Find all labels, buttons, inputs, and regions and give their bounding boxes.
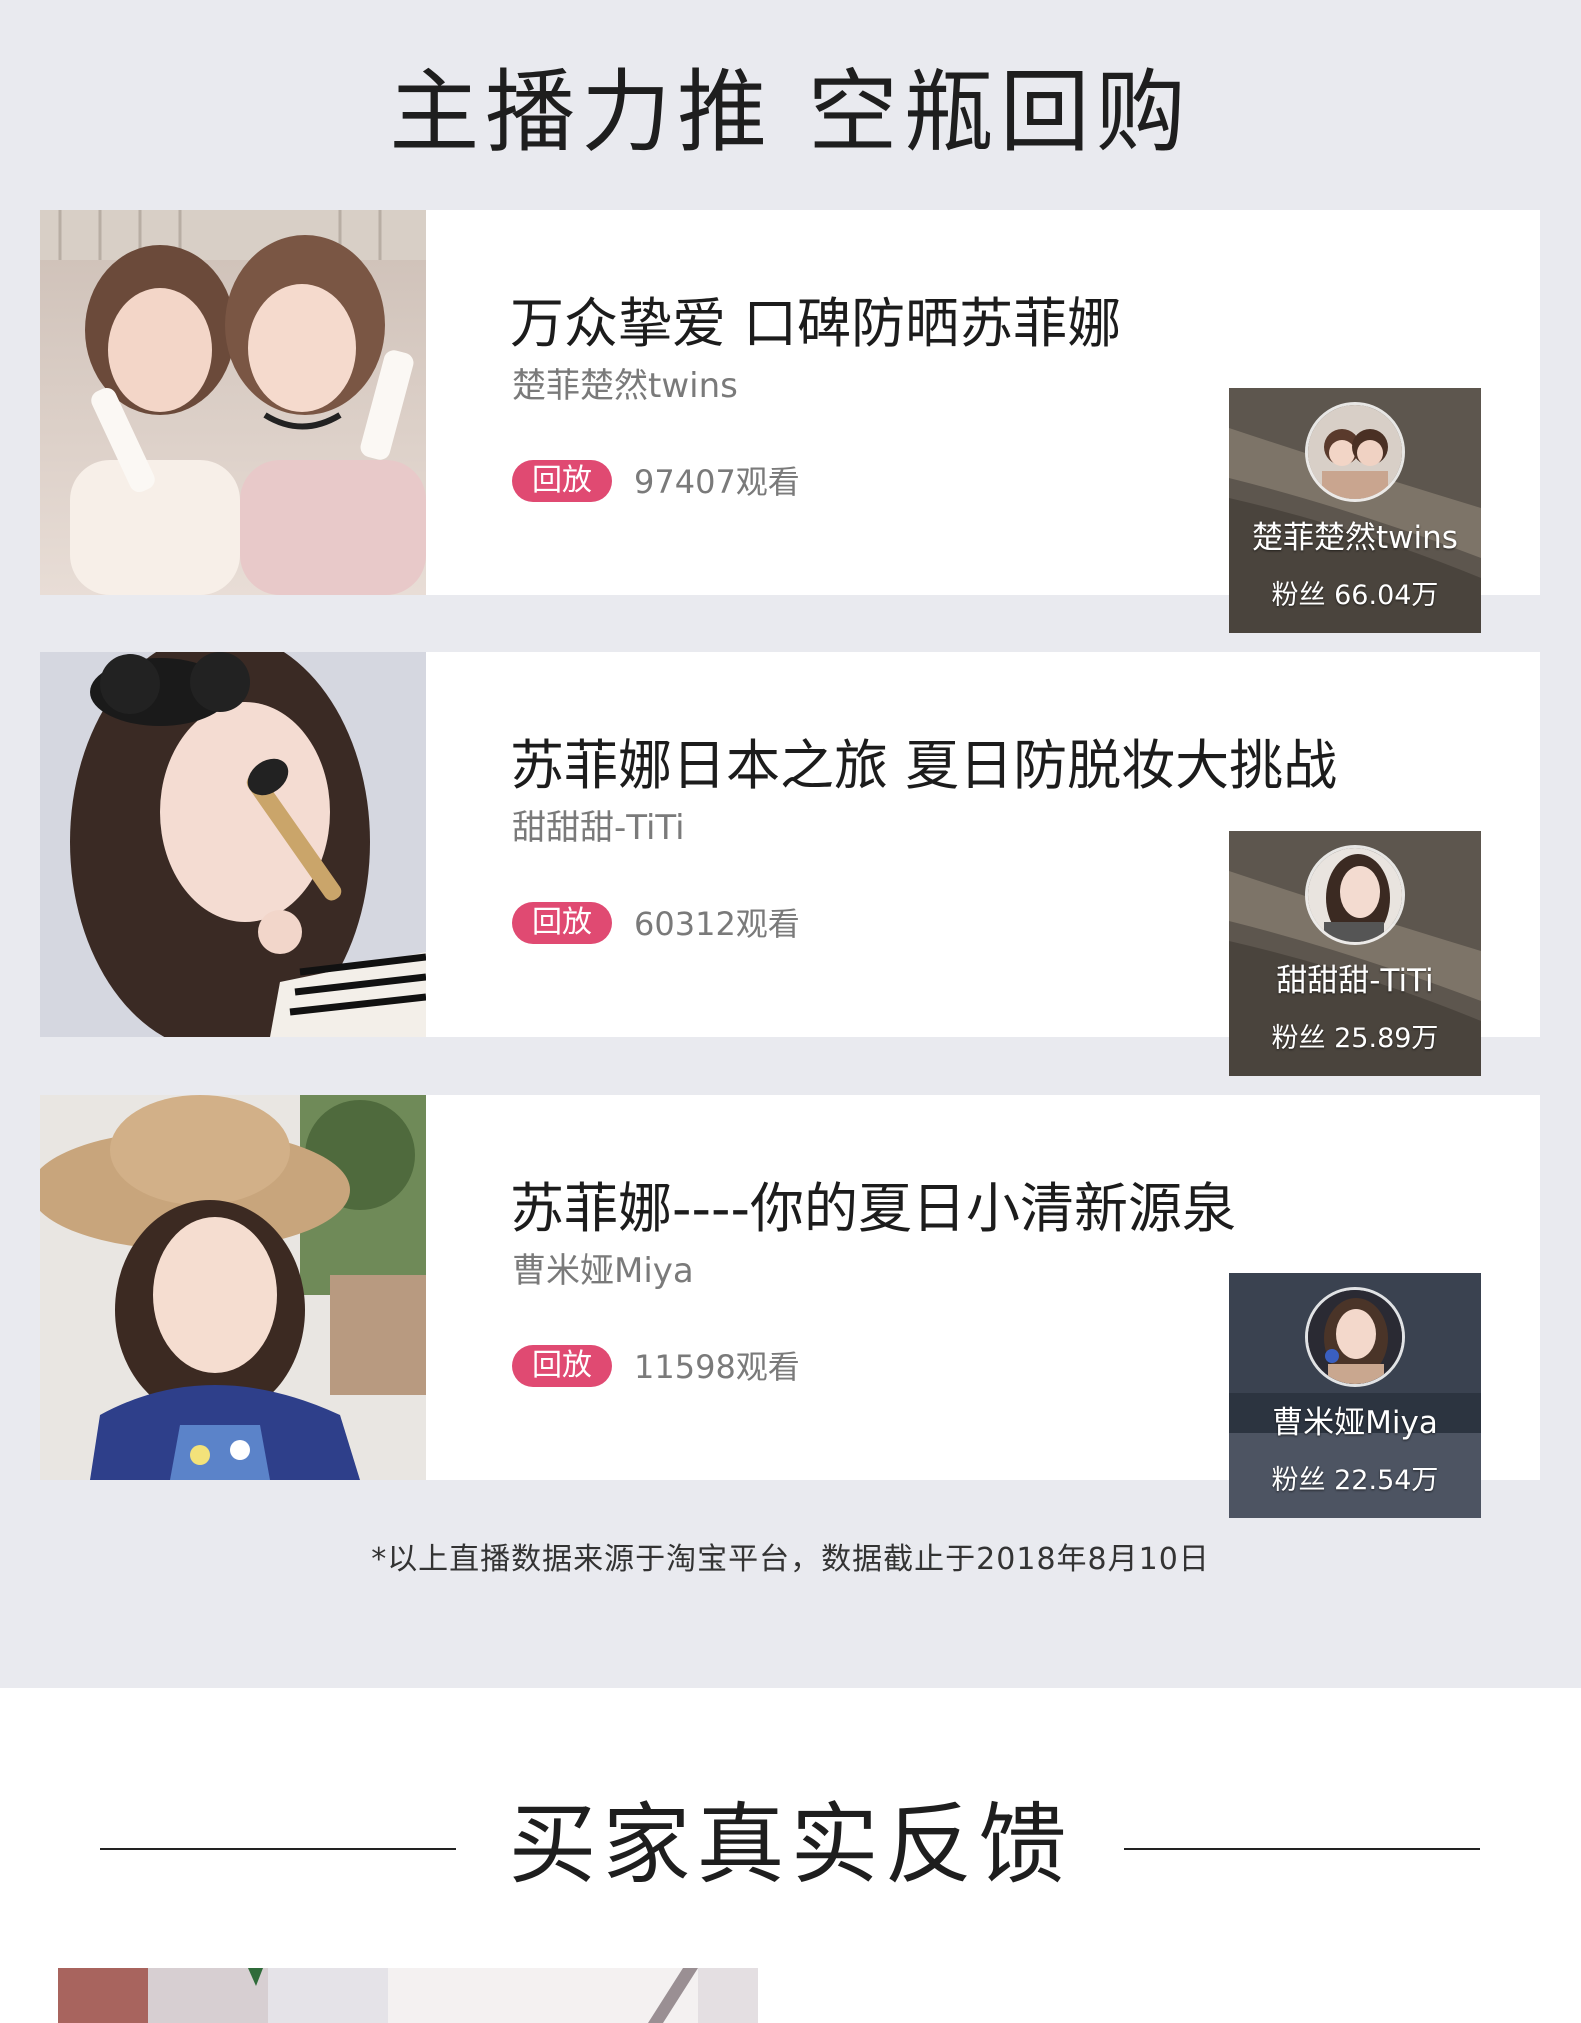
view-count: 97407观看 (634, 463, 800, 501)
anchor-name: 楚菲楚然twins (1252, 520, 1458, 556)
view-count: 11598观看 (634, 1348, 800, 1386)
live-cover-photo[interactable] (40, 210, 426, 595)
feedback-section-title: 买家真实反馈 (508, 1793, 1073, 1896)
view-count: 60312观看 (634, 905, 800, 943)
anchor-fans: 粉丝 25.89万 (1271, 1023, 1439, 1054)
live-cover-photo[interactable] (40, 652, 426, 1037)
live-title[interactable]: 苏菲娜----你的夏日小清新源泉 (510, 1177, 1236, 1241)
anchor-name: 甜甜甜-TiTi (1276, 963, 1434, 999)
anchor-profile[interactable]: 甜甜甜-TiTi 粉丝 25.89万 (1229, 831, 1481, 1076)
anchor-profile[interactable]: 曹米娅Miya 粉丝 22.54万 (1229, 1273, 1481, 1518)
anchor-fans: 粉丝 66.04万 (1271, 580, 1439, 611)
anchor-name: 曹米娅Miya (1272, 1405, 1438, 1441)
anchor-avatar[interactable] (1305, 1287, 1405, 1387)
replay-button[interactable]: 回放 (512, 1345, 612, 1387)
replay-button[interactable]: 回放 (512, 902, 612, 944)
live-author: 甜甜甜-TiTi (512, 808, 685, 848)
title-divider-right (1124, 1848, 1480, 1850)
live-author: 曹米娅Miya (512, 1251, 694, 1291)
anchor-avatar[interactable] (1305, 845, 1405, 945)
live-cover-photo[interactable] (40, 1095, 426, 1480)
anchor-fans: 粉丝 22.54万 (1271, 1465, 1439, 1496)
replay-button[interactable]: 回放 (512, 460, 612, 502)
anchor-profile[interactable]: 楚菲楚然twins 粉丝 66.04万 (1229, 388, 1481, 633)
anchor-avatar[interactable] (1305, 402, 1405, 502)
live-title[interactable]: 苏菲娜日本之旅 夏日防脱妆大挑战 (510, 734, 1337, 798)
live-title[interactable]: 万众挚爱 口碑防晒苏菲娜 (510, 292, 1121, 356)
feedback-photo-strip (58, 1968, 758, 2023)
section-title: 主播力推 空瓶回购 (389, 60, 1192, 165)
data-source-footnote: *以上直播数据来源于淘宝平台，数据截止于2018年8月10日 (371, 1542, 1210, 1577)
live-author: 楚菲楚然twins (512, 366, 738, 406)
